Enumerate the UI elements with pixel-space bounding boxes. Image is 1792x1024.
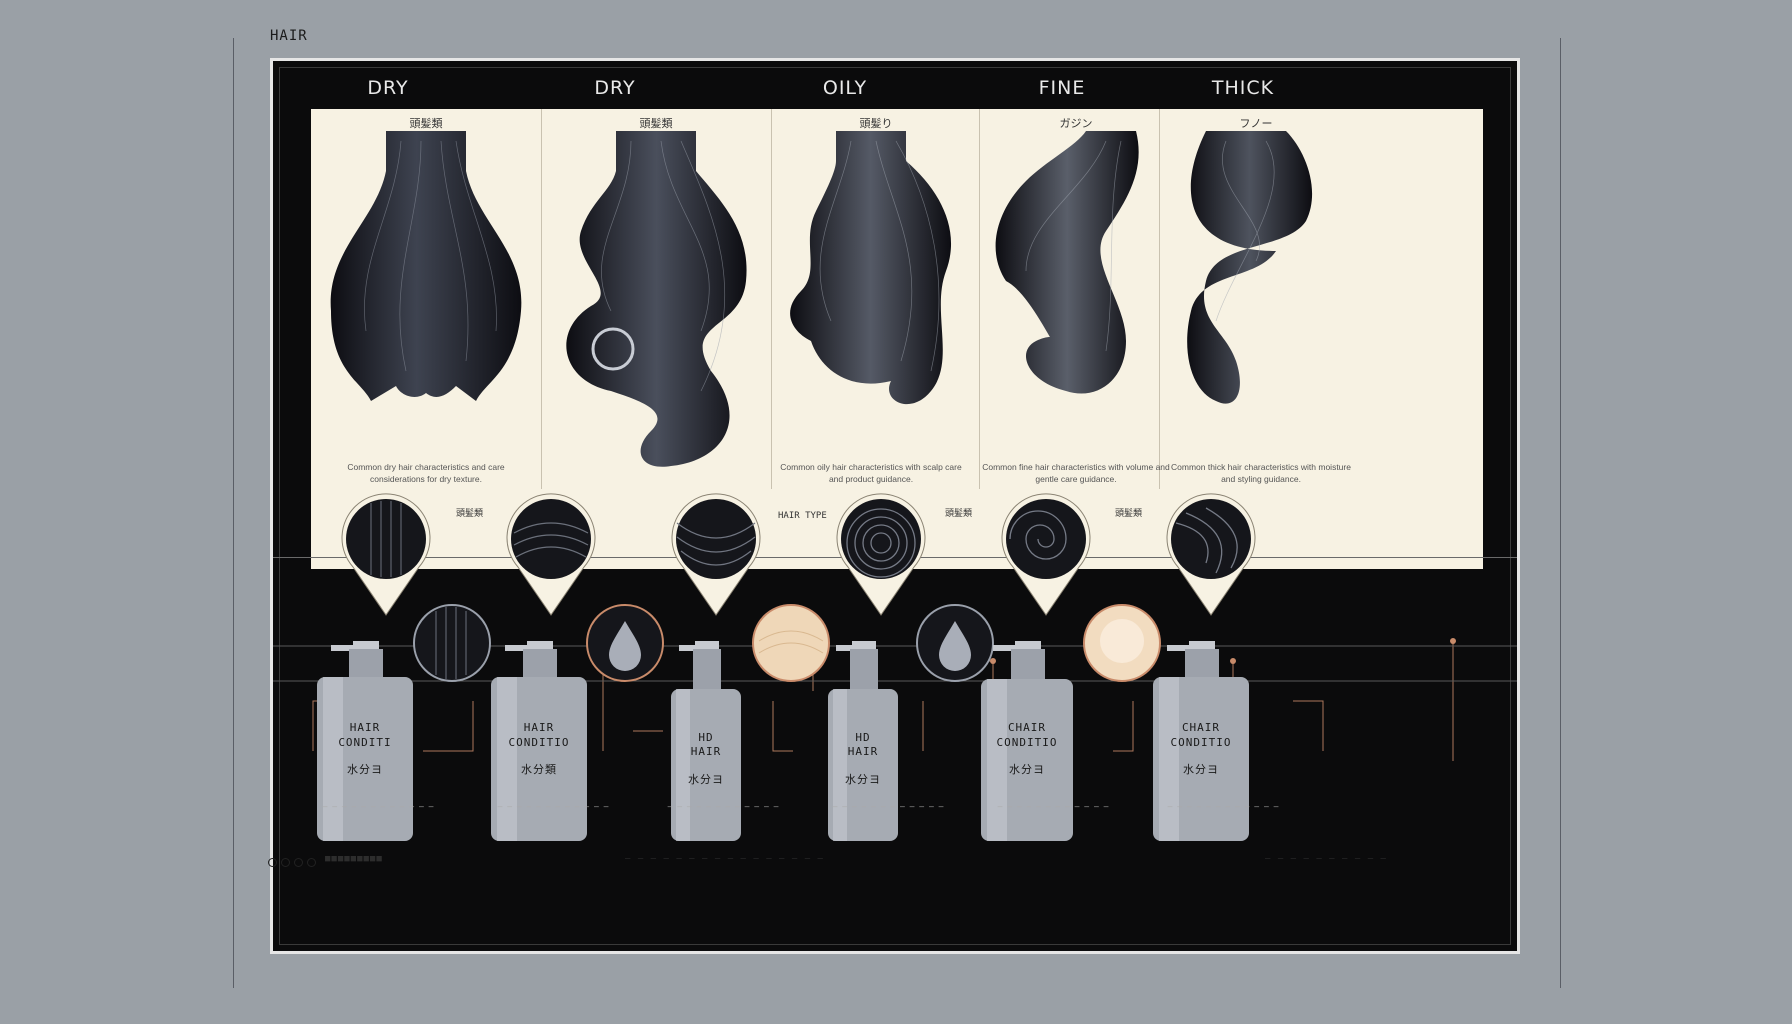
bottle-label: CONDITI (338, 736, 392, 749)
dot-icon (294, 858, 303, 867)
pagination-dots (268, 854, 320, 872)
conditioner-bottle: HD HAIR 水分ヨ (671, 641, 741, 846)
conditioner-bottle: HAIR CONDITI 水分ヨ (317, 641, 413, 846)
bottle-label: HD (698, 731, 714, 744)
dot-icon (268, 858, 277, 867)
bottle-label: CHAIR (1181, 721, 1221, 734)
swatch-label: 頭髪類 (456, 509, 484, 519)
bottle-label: CONDITIO (996, 736, 1058, 749)
footnote: — — — — — — — — — — — — (1167, 802, 1279, 811)
bottle-label: HAIR (349, 721, 381, 734)
dry-hair-illustration (330, 131, 522, 401)
panel-divider (1159, 109, 1160, 489)
oil-drop-icon (586, 604, 664, 682)
desc-oily: Common oily hair characteristics with sc… (780, 462, 962, 484)
desc-fine: Common fine hair characteristics with vo… (982, 462, 1170, 484)
conditioner-bottle: HAIR CONDITIO 水分類 (491, 641, 587, 846)
footnote: — — — — — — — — — — — — (832, 802, 944, 811)
dot-icon (281, 858, 290, 867)
type-title-oily: OILY (822, 77, 868, 99)
footnote: — — — — — — — — — — — — (322, 802, 434, 811)
sublabel-oily: 頭髪り (859, 117, 893, 130)
bottle-label: HAIR (690, 745, 722, 758)
bottle-label: 水分ヨ (1183, 763, 1219, 776)
conditioner-bottle: CHAIR CONDITIO 水分ヨ (981, 641, 1073, 846)
thick-hair-illustration (1187, 131, 1313, 404)
footnote: — — — — — — — — — — — — (997, 802, 1109, 811)
swatch-label: 頭髪類 (945, 509, 973, 519)
type-title-thick: THICK (1211, 77, 1275, 99)
conditioner-bottle: HD HAIR 水分ヨ (828, 641, 898, 846)
type-title-dry-2: DRY (594, 77, 636, 99)
footer: ■■■■■■■■■ — — — — — — — — — — — — — — — … (265, 850, 1525, 870)
bottle-label: CONDITIO (508, 736, 570, 749)
dry-wavy-hair-illustration (566, 131, 747, 467)
panel-divider (979, 109, 980, 489)
panel-divider (771, 109, 772, 489)
bottle-label: CHAIR (1007, 721, 1047, 734)
swatch-pin (1156, 493, 1266, 621)
desc-dry-1: Common dry hair characteristics and care… (347, 462, 505, 484)
bottle-label: 水分ヨ (845, 773, 881, 786)
footnote: — — — — — — — — — — — — (667, 802, 779, 811)
swatch-label: HAIR TYPE (778, 511, 827, 521)
fine-hair-illustration (995, 131, 1139, 394)
footer-left: ■■■■■■■■■ (325, 854, 383, 864)
type-title-fine: FINE (1038, 77, 1086, 99)
conditioner-bottle: CHAIR CONDITIO 水分ヨ (1153, 641, 1249, 846)
sublabel-dry-1: 頭髪類 (409, 117, 443, 130)
bottle-label: 水分ヨ (1009, 763, 1045, 776)
bottle-label: HAIR (847, 745, 879, 758)
cream-swatch (1083, 604, 1161, 682)
cream-swatch (752, 604, 830, 682)
oily-hair-illustration (790, 131, 952, 405)
texture-swatch (413, 604, 491, 682)
bottle-label: CONDITIO (1170, 736, 1232, 749)
dot-icon (307, 858, 316, 867)
footer-right: — — — — — — — — — — (1265, 854, 1387, 864)
poster: DRY DRY OILY FINE THICK 頭髪類 頭髪類 頭髪り ガジン … (270, 58, 1520, 954)
swatch-label: 頭髪類 (1115, 509, 1143, 519)
bottle-label: HAIR (523, 721, 555, 734)
sublabel-dry-2: 頭髪類 (639, 117, 673, 130)
type-title-dry-1: DRY (367, 77, 409, 99)
bottle-label: 水分ヨ (688, 773, 724, 786)
corner-tag: HAIR (270, 28, 308, 44)
footer-center: — — — — — — — — — — — — — — — — (625, 854, 824, 864)
panel-divider (541, 109, 542, 489)
bottle-label: 水分ヨ (347, 763, 383, 776)
footnote: — — — — — — — — — — — — (497, 802, 609, 811)
desc-thick: Common thick hair characteristics with m… (1171, 462, 1351, 484)
sublabel-thick: フノー (1239, 117, 1273, 130)
sublabel-fine: ガジン (1059, 117, 1093, 130)
bottle-label: HD (855, 731, 871, 744)
bottle-label: 水分類 (521, 763, 557, 776)
